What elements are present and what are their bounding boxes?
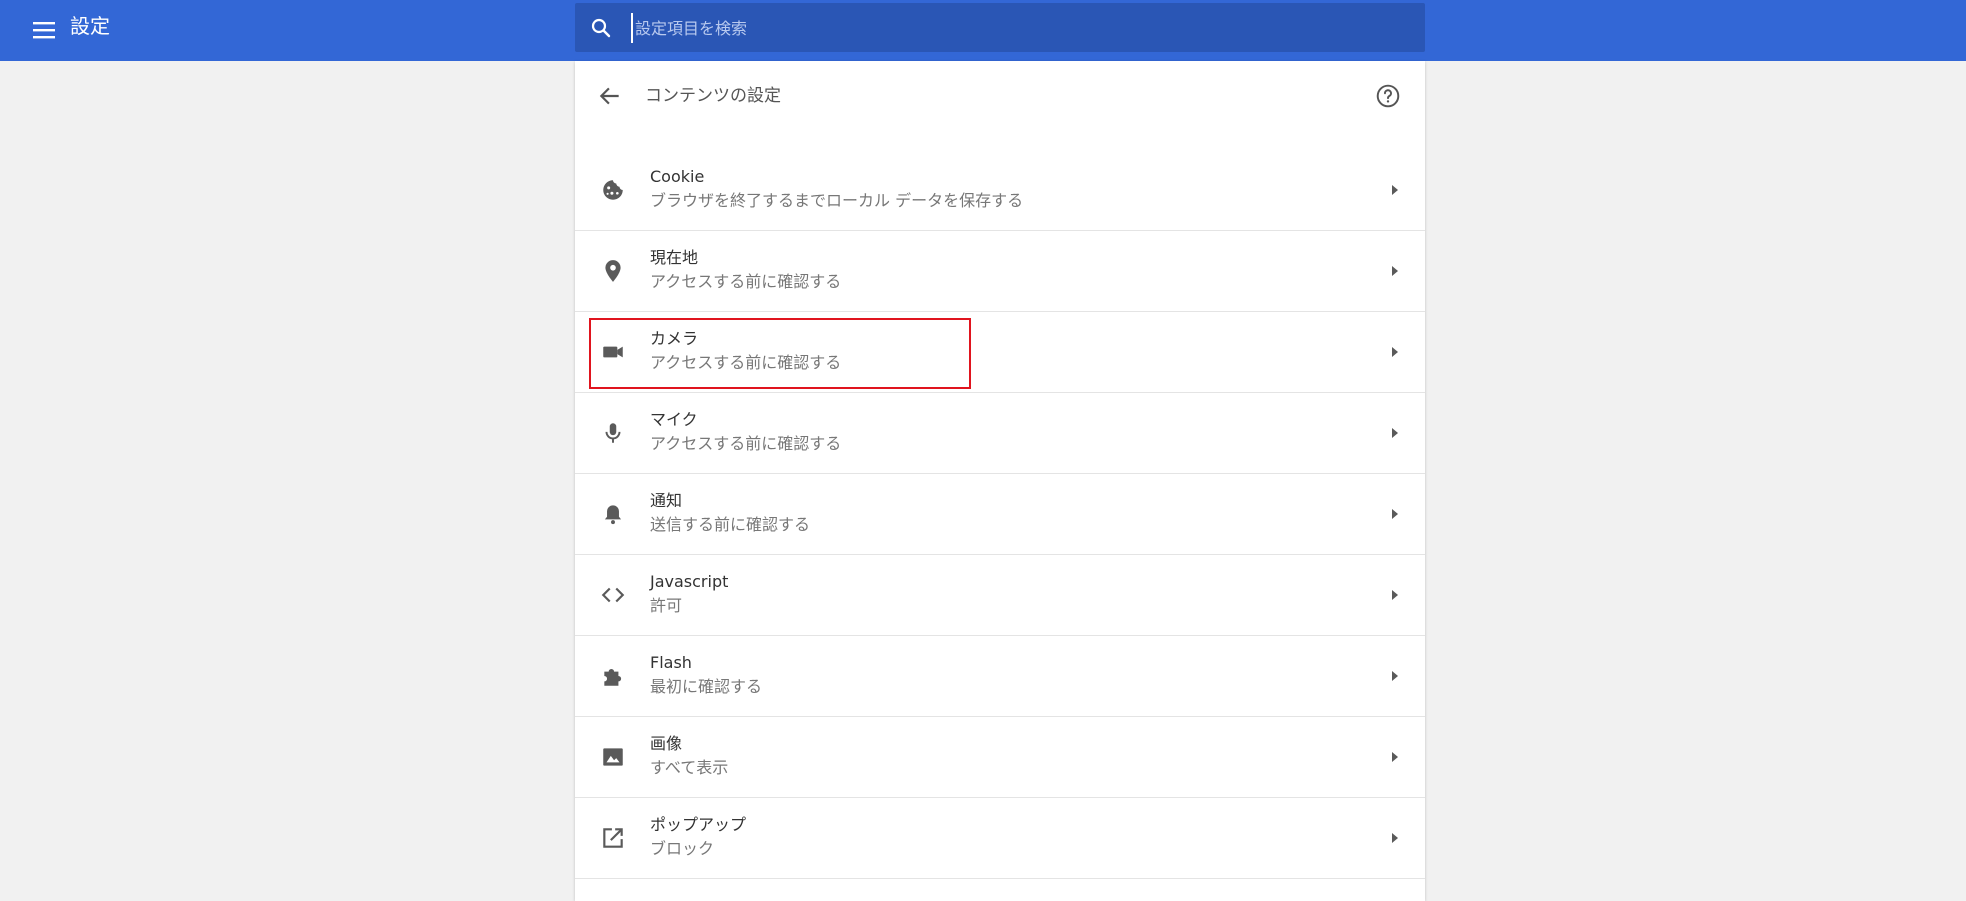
- setting-label: ポップアップ: [650, 815, 747, 834]
- chevron-right-icon: [1392, 428, 1398, 438]
- setting-status: アクセスする前に確認する: [650, 353, 842, 372]
- setting-row-notifications[interactable]: 通知 送信する前に確認する: [575, 474, 1425, 555]
- setting-status: 最初に確認する: [650, 677, 763, 696]
- chevron-right-icon: [1392, 671, 1398, 681]
- setting-label: 通知: [650, 491, 683, 510]
- setting-row-location[interactable]: 現在地 アクセスする前に確認する: [575, 231, 1425, 312]
- setting-label: マイク: [650, 410, 698, 429]
- setting-status: 許可: [650, 596, 683, 615]
- cookie-icon: [603, 180, 623, 200]
- chevron-right-icon: [1392, 509, 1398, 519]
- chevron-right-icon: [1392, 185, 1398, 195]
- hamburger-menu-icon[interactable]: [26, 12, 62, 48]
- camera-icon: [603, 346, 623, 358]
- search-input[interactable]: [631, 13, 1391, 43]
- chevron-right-icon: [1392, 590, 1398, 600]
- setting-status: 送信する前に確認する: [650, 515, 811, 534]
- setting-row-microphone[interactable]: マイク アクセスする前に確認する: [575, 393, 1425, 474]
- arrow-back-icon[interactable]: [597, 83, 623, 109]
- open-in-new-icon: [603, 828, 623, 848]
- search-box[interactable]: [575, 3, 1425, 52]
- setting-status: すべて表示: [650, 758, 729, 777]
- content-settings-card: コンテンツの設定 Cookie ブラウザを終了するまでローカル データを保存する…: [575, 61, 1425, 901]
- setting-row-cookie[interactable]: Cookie ブラウザを終了するまでローカル データを保存する: [575, 150, 1425, 231]
- chevron-right-icon: [1392, 347, 1398, 357]
- setting-label: 画像: [650, 734, 683, 753]
- setting-label: 現在地: [650, 248, 699, 267]
- location-pin-icon: [605, 260, 621, 282]
- setting-label: Flash: [650, 653, 692, 672]
- setting-status: ブロック: [650, 839, 715, 858]
- image-icon: [603, 748, 623, 766]
- setting-status: アクセスする前に確認する: [650, 434, 842, 453]
- setting-status: アクセスする前に確認する: [650, 272, 842, 291]
- puzzle-icon: [604, 668, 622, 686]
- setting-label: カメラ: [650, 329, 699, 348]
- search-icon: [591, 18, 611, 38]
- app-title: 設定: [70, 14, 110, 38]
- setting-row-javascript[interactable]: Javascript 許可: [575, 555, 1425, 636]
- card-header: コンテンツの設定: [575, 61, 1425, 133]
- bell-icon: [604, 505, 622, 525]
- setting-row-popups[interactable]: ポップアップ ブロック: [575, 798, 1425, 879]
- page-title: コンテンツの設定: [645, 86, 781, 106]
- chevron-right-icon: [1392, 266, 1398, 276]
- chevron-right-icon: [1392, 752, 1398, 762]
- top-bar: 設定: [0, 0, 1966, 61]
- setting-row-images[interactable]: 画像 すべて表示: [575, 717, 1425, 798]
- setting-row-flash[interactable]: Flash 最初に確認する: [575, 636, 1425, 717]
- setting-label: Cookie: [650, 167, 705, 186]
- code-icon: [601, 587, 625, 603]
- setting-status: ブラウザを終了するまでローカル データを保存する: [650, 191, 1024, 210]
- chevron-right-icon: [1392, 833, 1398, 843]
- microphone-icon: [605, 423, 621, 443]
- setting-label: Javascript: [650, 572, 729, 591]
- help-icon[interactable]: [1375, 83, 1401, 109]
- setting-row-camera[interactable]: カメラ アクセスする前に確認する: [575, 312, 1425, 393]
